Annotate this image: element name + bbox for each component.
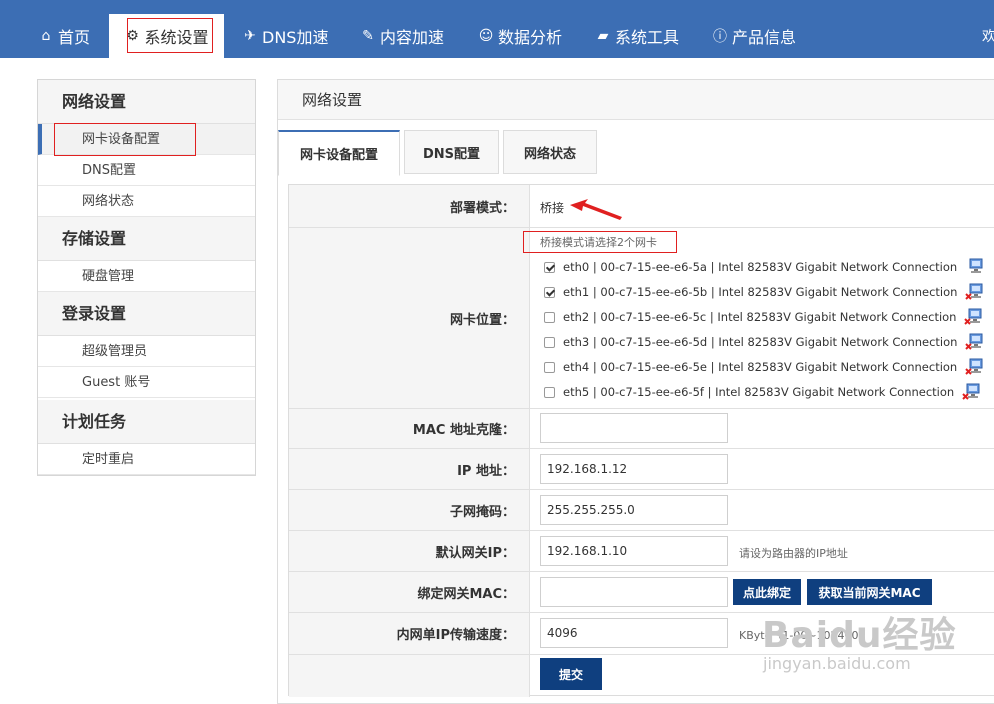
nic-option-label: eth2 | 00-c7-15-ee-e6-5c | Intel 82583V … [563,310,957,324]
network-disconnected-icon [962,383,982,401]
nic-checkbox[interactable] [544,386,555,398]
network-disconnected-icon [965,283,985,301]
sidebar-group-storage: 存储设置 [38,217,255,261]
deploy-mode-value: 桥接 [540,201,565,215]
nic-checkbox[interactable] [544,286,555,298]
sidebar-item-guest[interactable]: Guest 账号 [38,367,255,398]
fetch-gateway-mac-button[interactable]: 获取当前网关MAC [807,579,932,605]
gateway-input[interactable] [540,536,728,566]
subnet-mask-input[interactable] [540,495,728,525]
sidebar-item-super-admin[interactable]: 超级管理员 [38,336,255,367]
nic-option-label: eth0 | 00-c7-15-ee-e6-5a | Intel 82583V … [563,260,958,274]
network-disconnected-icon [965,358,985,376]
nav-item-label: 内容加速 [380,28,445,47]
ip-label: IP 地址： [289,449,530,489]
sidebar-item-dns-config[interactable]: DNS配置 [38,155,255,186]
nic-option-label: eth4 | 00-c7-15-ee-e6-5e | Intel 82583V … [563,360,958,374]
nic-option-label: eth3 | 00-c7-15-ee-e6-5d | Intel 82583V … [563,335,958,349]
network-connected-icon [965,258,985,276]
sidebar-item-nic-config[interactable]: 网卡设备配置 [38,124,255,155]
nic-checkbox[interactable] [544,261,555,273]
sidebar-group-login: 登录设置 [38,292,255,336]
watermark-url: jingyan.baidu.com [763,654,911,673]
sidebar-item-scheduled-reboot[interactable]: 定时重启 [38,444,255,475]
form-row-nic-location: 网卡位置： 桥接模式请选择2个网卡 eth0 | 00-c7-15-ee-e6-… [289,228,994,409]
gateway-hint: 请设为路由器的IP地址 [739,547,848,560]
nic-checkbox[interactable] [544,361,555,373]
speed-input[interactable] [540,618,728,648]
bind-mac-label: 绑定网关MAC： [289,572,530,612]
nic-checkbox[interactable] [544,336,555,348]
panel-title: 网络设置 [278,80,994,120]
annotation-arrow [570,199,622,220]
deploy-mode-label: 部署模式： [289,185,530,227]
nic-checkbox[interactable] [544,311,555,323]
edit-icon: ✎ [362,28,374,44]
nic-option-label: eth5 | 00-c7-15-ee-e6-5f | Intel 82583V … [563,385,955,399]
network-disconnected-icon [964,308,984,326]
paper-plane-icon: ✈ [244,28,256,44]
gateway-label: 默认网关IP： [289,531,530,571]
info-circle-icon: ⓘ [713,29,727,45]
form-row-deploy-mode: 部署模式： 桥接 [289,185,994,228]
mac-clone-input[interactable] [540,413,728,443]
ip-input[interactable] [540,454,728,484]
nav-item-system-tools[interactable]: ▰ 系统工具 [595,14,679,58]
tab-network-status[interactable]: 网络状态 [503,130,597,174]
briefcase-icon: ▰ [597,28,609,44]
nav-item-dns-accel[interactable]: ✈ DNS加速 [242,14,328,58]
nav-item-label: 首页 [58,28,91,47]
sidebar-group-network: 网络设置 [38,80,255,124]
sidebar-group-tasks: 计划任务 [38,400,255,444]
submit-button[interactable]: 提交 [540,658,602,690]
nav-item-content-accel[interactable]: ✎ 内容加速 [360,14,444,58]
nav-item-system-settings[interactable]: ⚙ 系统设置 [109,14,224,58]
nav-item-data-analysis[interactable]: ☺ 数据分析 [478,14,562,58]
form-row-mac-clone: MAC 地址克隆： [289,409,994,449]
nav-item-label: 系统工具 [615,28,680,47]
welcome-text: 欢 [982,29,994,45]
watermark-brand: Baidu经验 [762,615,957,656]
tab-dns-config[interactable]: DNS配置 [404,130,499,174]
nic-option-1[interactable]: eth1 | 00-c7-15-ee-e6-5b | Intel 82583V … [544,283,985,301]
nav-item-product-info[interactable]: ⓘ 产品信息 [712,14,796,58]
nic-option-2[interactable]: eth2 | 00-c7-15-ee-e6-5c | Intel 82583V … [544,308,984,326]
tab-nic-config[interactable]: 网卡设备配置 [278,130,400,176]
nic-location-label: 网卡位置： [289,228,530,408]
nav-item-label: DNS加速 [262,28,329,47]
nav-item-home[interactable]: ⌂ 首页 [38,14,90,58]
sidebar: 网络设置 网卡设备配置 DNS配置 网络状态 存储设置 硬盘管理 登录设置 超级… [37,79,256,476]
sidebar-item-disk[interactable]: 硬盘管理 [38,261,255,292]
nav-item-label: 数据分析 [498,28,563,47]
home-icon: ⌂ [41,28,51,44]
submit-label-cell [289,655,530,697]
nic-option-label: eth1 | 00-c7-15-ee-e6-5b | Intel 82583V … [563,285,958,299]
top-nav-bar: ⌂ 首页 ⚙ 系统设置 ✈ DNS加速 ✎ 内容加速 ☺ 数据分析 ▰ 系统工具… [0,0,994,58]
nic-option-3[interactable]: eth3 | 00-c7-15-ee-e6-5d | Intel 82583V … [544,333,985,351]
gears-icon: ⚙ [126,28,139,44]
form-row-ip: IP 地址： [289,449,994,490]
mac-clone-label: MAC 地址克隆： [289,409,530,448]
subnet-mask-label: 子网掩码： [289,490,530,530]
nav-item-label: 产品信息 [732,28,797,47]
nic-option-4[interactable]: eth4 | 00-c7-15-ee-e6-5e | Intel 82583V … [544,358,985,376]
sidebar-item-network-status[interactable]: 网络状态 [38,186,255,217]
bind-mac-input[interactable] [540,577,728,607]
user-chart-icon: ☺ [478,28,494,44]
nic-hint-text: 桥接模式请选择2个网卡 [540,236,657,249]
nic-option-0[interactable]: eth0 | 00-c7-15-ee-e6-5a | Intel 82583V … [544,258,985,276]
form-row-gateway: 默认网关IP： 请设为路由器的IP地址 [289,531,994,572]
bind-mac-button[interactable]: 点此绑定 [733,579,801,605]
network-disconnected-icon [965,333,985,351]
form-row-subnet-mask: 子网掩码： [289,490,994,531]
speed-label: 内网单IP传输速度： [289,613,530,654]
nic-option-5[interactable]: eth5 | 00-c7-15-ee-e6-5f | Intel 82583V … [544,383,982,401]
nav-item-label: 系统设置 [144,28,209,47]
